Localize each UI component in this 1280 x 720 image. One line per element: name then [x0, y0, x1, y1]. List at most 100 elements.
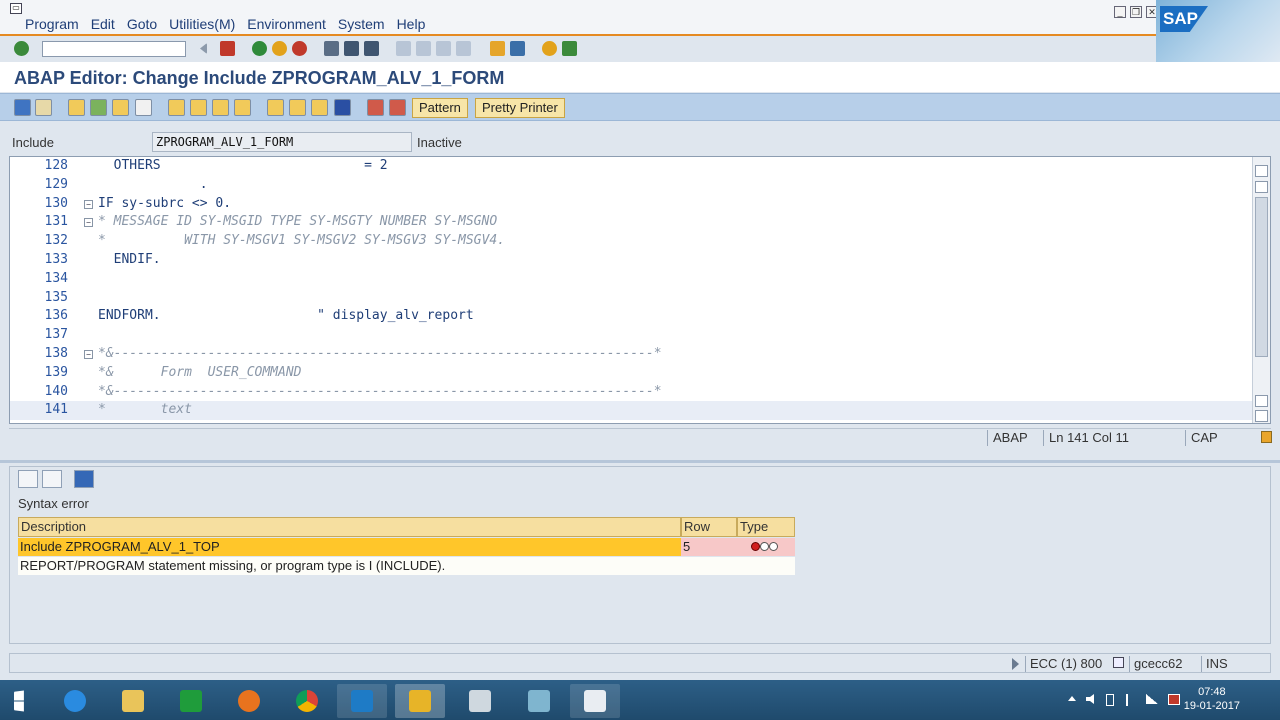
menu-help[interactable]: Help [397, 16, 426, 32]
code-line[interactable]: 131 − * MESSAGE ID SY-MSGID TYPE SY-MSGTY … [10, 213, 1252, 232]
pane-splitter[interactable] [0, 460, 1280, 463]
action-center-flag-icon[interactable] [1126, 694, 1134, 706]
code-line[interactable]: 135 [10, 289, 1252, 308]
find-icon[interactable] [344, 41, 359, 56]
navigate-icon[interactable] [18, 470, 38, 488]
column-row[interactable]: Row [681, 517, 737, 537]
paste-icon[interactable] [311, 99, 328, 116]
back-icon[interactable] [252, 41, 267, 56]
object-list-icon[interactable] [212, 99, 229, 116]
network-signal-icon[interactable] [1146, 694, 1158, 704]
fold-toggle-icon[interactable]: − [84, 350, 93, 359]
editor-settings-icon[interactable] [1261, 431, 1272, 443]
find-next-icon[interactable] [364, 41, 379, 56]
cancel-icon[interactable] [292, 41, 307, 56]
scroll-down-icon[interactable] [1255, 410, 1268, 422]
last-page-icon[interactable] [456, 41, 471, 56]
exit-icon[interactable] [272, 41, 287, 56]
other-object-icon[interactable] [90, 99, 107, 116]
taskbar-sap-logon-icon[interactable] [395, 684, 445, 718]
forward-arrow-icon[interactable] [35, 99, 52, 116]
menu-system[interactable]: System [338, 16, 385, 32]
back-arrow-icon[interactable] [14, 99, 31, 116]
code-line[interactable]: 138 − *&----------------------------------… [10, 345, 1252, 364]
taskbar-outlook-icon[interactable] [337, 684, 387, 718]
previous-page-icon[interactable] [416, 41, 431, 56]
command-field[interactable] [42, 41, 186, 57]
minimize-icon[interactable]: _ [1114, 6, 1126, 18]
close-error-list-icon[interactable] [74, 470, 94, 488]
delete-breakpoint-icon[interactable] [389, 99, 406, 116]
code-line[interactable]: 129 . [10, 176, 1252, 195]
activate-icon[interactable] [135, 99, 152, 116]
taskbar-ie-icon[interactable] [50, 684, 100, 718]
column-description[interactable]: Description [18, 517, 681, 537]
error-row-description[interactable]: Include ZPROGRAM_ALV_1_TOP [18, 538, 681, 556]
code-line[interactable]: 128 OTHERS = 2 [10, 157, 1252, 176]
system-info-icon[interactable] [1113, 657, 1124, 668]
generate-shortcut-icon[interactable] [510, 41, 525, 56]
show-hidden-icons-icon[interactable] [1068, 696, 1076, 701]
scroll-up-icon[interactable] [1255, 165, 1268, 177]
code-line[interactable]: 134 [10, 270, 1252, 289]
menu-environment[interactable]: Environment [247, 16, 326, 32]
code-line[interactable]: 133 ENDIF. [10, 251, 1252, 270]
taskbar-explorer-icon[interactable] [108, 684, 158, 718]
info-icon[interactable] [334, 99, 351, 116]
enter-check-icon[interactable] [14, 41, 29, 56]
where-used-icon[interactable] [190, 99, 207, 116]
print-icon[interactable] [324, 41, 339, 56]
notification-badge-icon[interactable] [1168, 694, 1180, 705]
page-down-icon[interactable] [1255, 395, 1268, 407]
window-menu-icon[interactable]: ▭ [10, 3, 22, 14]
code-line[interactable]: 130 − IF sy-subrc <> 0. [10, 195, 1252, 214]
battery-icon[interactable] [1106, 694, 1114, 706]
editor-vertical-scrollbar[interactable] [1252, 157, 1270, 423]
volume-icon[interactable] [1086, 694, 1094, 704]
check-icon[interactable] [112, 99, 129, 116]
taskbar-tools-icon[interactable] [455, 684, 505, 718]
pretty-printer-button[interactable]: Pretty Printer [475, 98, 565, 118]
test-icon[interactable] [168, 99, 185, 116]
code-line[interactable]: 141 * text [10, 401, 1252, 421]
set-breakpoint-icon[interactable] [367, 99, 384, 116]
create-session-icon[interactable] [490, 41, 505, 56]
menu-edit[interactable]: Edit [91, 16, 115, 32]
menu-goto[interactable]: Goto [127, 16, 157, 32]
code-editor[interactable]: 128 OTHERS = 2 129 . 130− IF sy-subrc <> 0.… [9, 156, 1271, 424]
code-line[interactable]: 132 * WITH SY-MSGV1 SY-MSGV2 SY-MSGV3 SY-… [10, 232, 1252, 251]
menu-utilities[interactable]: Utilities(M) [169, 16, 235, 32]
code-line[interactable]: 136 ENDFORM. " display_alv_report [10, 307, 1252, 326]
save-icon[interactable] [220, 41, 235, 56]
taskbar-store-icon[interactable] [166, 684, 216, 718]
status-expand-icon[interactable] [1012, 658, 1019, 670]
menu-program[interactable]: Program [25, 16, 79, 32]
taskbar-window-icon[interactable] [570, 684, 620, 718]
error-row-type[interactable] [737, 538, 795, 556]
restore-icon[interactable]: ❐ [1130, 6, 1142, 18]
page-up-icon[interactable] [1255, 181, 1268, 193]
start-button[interactable] [0, 684, 50, 718]
code-line[interactable]: 137 [10, 326, 1252, 345]
first-page-icon[interactable] [396, 41, 411, 56]
cut-icon[interactable] [267, 99, 284, 116]
navigation-window-icon[interactable] [234, 99, 251, 116]
collapse-arrow-icon[interactable] [200, 43, 207, 54]
pattern-button[interactable]: Pattern [412, 98, 468, 118]
column-type[interactable]: Type [737, 517, 795, 537]
taskbar-notepad-icon[interactable] [514, 684, 564, 718]
taskbar-chrome-icon[interactable] [282, 684, 332, 718]
code-line[interactable]: 140 *&-----------------------------------… [10, 383, 1252, 402]
fold-toggle-icon[interactable]: − [84, 199, 93, 209]
fold-toggle-icon[interactable]: − [84, 218, 93, 228]
display-change-icon[interactable] [68, 99, 85, 116]
copy-icon[interactable] [289, 99, 306, 116]
error-row-number[interactable]: 5 [681, 538, 737, 556]
edit-pencil-icon[interactable] [42, 470, 62, 488]
customize-layout-icon[interactable] [562, 41, 577, 56]
taskbar-firefox-icon[interactable] [224, 684, 274, 718]
code-line[interactable]: 139 *& Form USER_COMMAND [10, 364, 1252, 383]
help-icon[interactable] [542, 41, 557, 56]
next-page-icon[interactable] [436, 41, 451, 56]
taskbar-clock[interactable]: 07:48 19-01-2017 [1184, 685, 1240, 713]
